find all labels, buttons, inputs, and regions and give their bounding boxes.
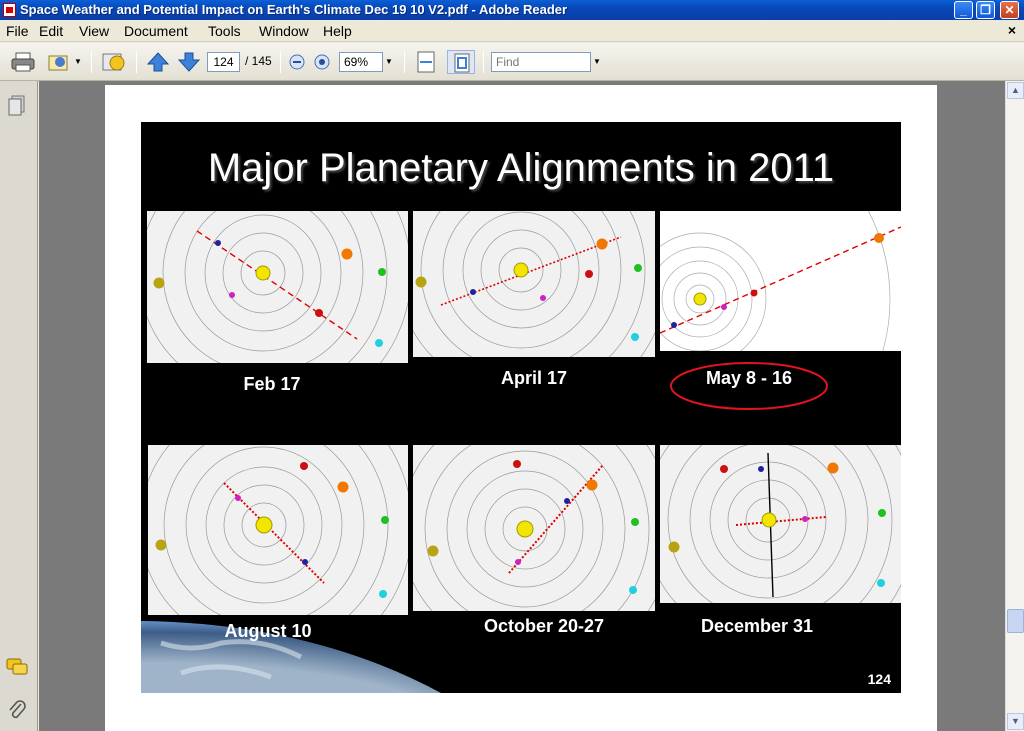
- next-page-icon[interactable]: [177, 50, 201, 74]
- toolbar-separator: [280, 51, 281, 73]
- close-document-button[interactable]: ×: [1008, 22, 1016, 38]
- attachments-icon[interactable]: [7, 699, 27, 721]
- zoom-out-icon[interactable]: [288, 50, 306, 74]
- slide-page-number: 124: [867, 671, 891, 687]
- toolbar-separator: [404, 51, 405, 73]
- close-button[interactable]: ✕: [1000, 1, 1019, 19]
- zoom-in-icon[interactable]: [313, 50, 331, 74]
- alignment-diagram-october: [413, 445, 655, 611]
- find-dropdown-arrow[interactable]: ▼: [591, 52, 603, 72]
- alignment-diagram-feb: [147, 211, 408, 363]
- caption-april: April 17: [500, 368, 568, 388]
- print-icon[interactable]: [10, 50, 36, 74]
- fit-width-icon[interactable]: [414, 50, 438, 74]
- document-area[interactable]: Major Planetary Alignments in 2011 Feb 1…: [39, 81, 1005, 731]
- toolbar-separator: [136, 51, 137, 73]
- pdf-page: Major Planetary Alignments in 2011 Feb 1…: [105, 85, 937, 731]
- caption-october: October 20-27: [483, 616, 605, 636]
- find-input[interactable]: [491, 52, 591, 72]
- email-dropdown-arrow[interactable]: ▼: [72, 52, 84, 72]
- earth-image: [141, 621, 441, 693]
- toolbar-separator: [91, 51, 92, 73]
- page-number-input[interactable]: [207, 52, 240, 72]
- adobe-reader-icon: [3, 3, 16, 17]
- menu-help[interactable]: Help: [323, 23, 352, 39]
- alignment-diagram-august: [148, 445, 408, 615]
- fit-page-icon[interactable]: [447, 50, 475, 74]
- menu-bar: File Edit View Document Tools Window Hel…: [0, 20, 1024, 42]
- menu-edit[interactable]: Edit: [39, 23, 63, 39]
- scroll-up-arrow[interactable]: ▲: [1007, 82, 1024, 99]
- caption-august: August 10: [224, 621, 312, 641]
- scroll-thumb[interactable]: [1007, 609, 1024, 633]
- zoom-dropdown-arrow[interactable]: ▼: [383, 52, 395, 72]
- window-title: Space Weather and Potential Impact on Ea…: [20, 2, 568, 17]
- caption-december: December 31: [700, 616, 814, 636]
- slide-title: Major Planetary Alignments in 2011: [207, 146, 835, 190]
- pages-icon[interactable]: [7, 95, 27, 117]
- navigation-panel: [0, 81, 38, 731]
- alignment-diagram-december: [660, 445, 901, 603]
- page-total-label: / 145: [245, 54, 272, 68]
- alignment-diagram-april: [413, 211, 655, 357]
- hand-tool-icon[interactable]: [100, 50, 128, 74]
- email-icon[interactable]: [46, 50, 72, 74]
- slide: Major Planetary Alignments in 2011 Feb 1…: [141, 122, 901, 693]
- menu-tools[interactable]: Tools: [208, 23, 241, 39]
- title-bar: Space Weather and Potential Impact on Ea…: [0, 0, 1024, 20]
- toolbar: ▼ / 145 ▼ ▼: [0, 43, 1024, 81]
- vertical-scrollbar[interactable]: ▲ ▼: [1005, 81, 1024, 731]
- menu-window[interactable]: Window: [259, 23, 309, 39]
- caption-may: May 8 - 16: [705, 368, 793, 388]
- comments-icon[interactable]: [5, 657, 29, 677]
- zoom-level-input[interactable]: [339, 52, 383, 72]
- alignment-diagram-may: [660, 211, 901, 351]
- toolbar-separator: [483, 51, 484, 73]
- scroll-down-arrow[interactable]: ▼: [1007, 713, 1024, 730]
- maximize-button[interactable]: ❐: [976, 1, 995, 19]
- menu-view[interactable]: View: [79, 23, 109, 39]
- caption-feb: Feb 17: [243, 374, 301, 394]
- menu-document[interactable]: Document: [124, 23, 188, 39]
- minimize-button[interactable]: _: [954, 1, 973, 19]
- previous-page-icon[interactable]: [146, 50, 170, 74]
- menu-file[interactable]: File: [6, 23, 29, 39]
